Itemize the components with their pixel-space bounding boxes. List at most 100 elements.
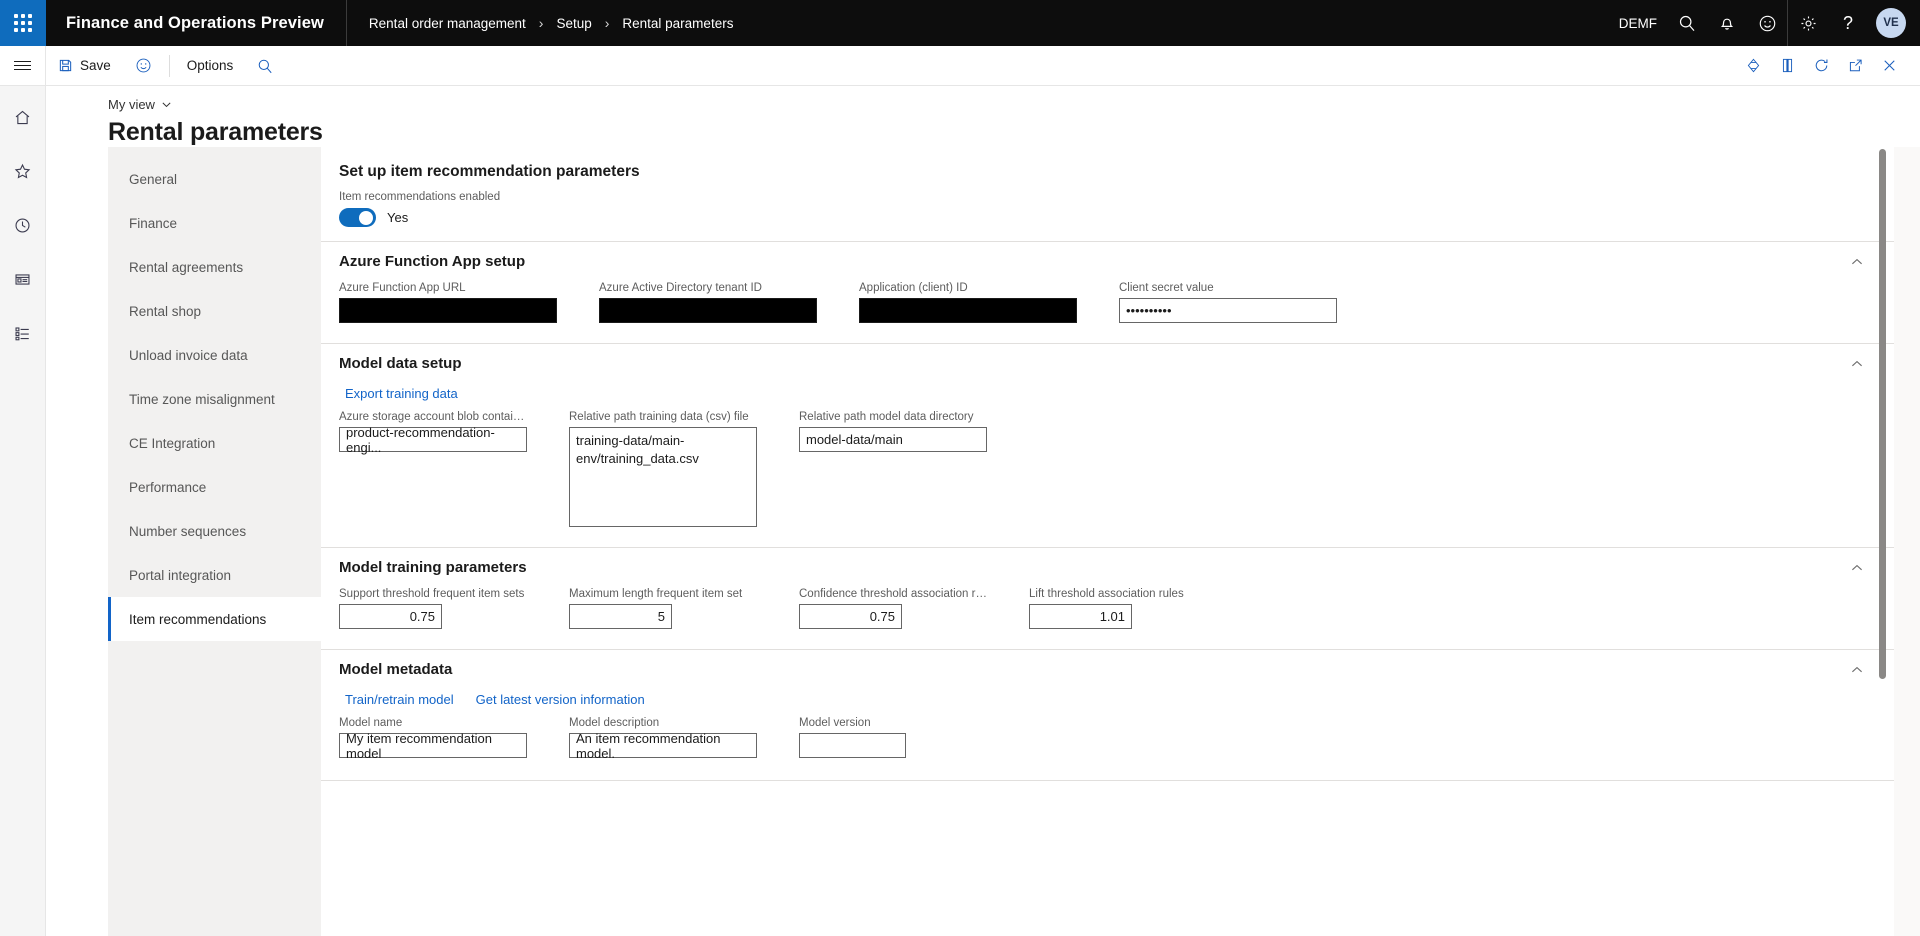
recent-clock-icon[interactable] — [6, 208, 40, 242]
toolbar-divider — [168, 54, 170, 77]
chevron-up-icon[interactable] — [1850, 561, 1864, 575]
model-description-input[interactable]: An item recommendation model. — [569, 731, 757, 761]
chevron-up-icon[interactable] — [1850, 255, 1864, 269]
office-app-icon[interactable] — [1770, 46, 1804, 86]
form-vertical-scrollbar[interactable] — [1879, 147, 1886, 936]
model-data-setup-header[interactable]: Model data setup — [321, 343, 1894, 378]
refresh-icon[interactable] — [1804, 46, 1838, 86]
azure-ad-tenant-id-input[interactable] — [599, 298, 817, 323]
model-training-parameters-header[interactable]: Model training parameters — [321, 547, 1894, 582]
toggle-knob — [359, 210, 373, 225]
tab-time-zone-misalignment[interactable]: Time zone misalignment — [108, 377, 321, 421]
azure-function-app-setup-header[interactable]: Azure Function App setup — [321, 241, 1894, 276]
tab-label: Number sequences — [129, 523, 247, 539]
settings-gear-icon[interactable] — [1788, 0, 1828, 46]
breadcrumb-item-2[interactable]: Setup — [556, 16, 591, 31]
options-button[interactable]: Options — [175, 46, 246, 86]
chevron-up-icon[interactable] — [1850, 663, 1864, 677]
hamburger-menu-icon[interactable] — [0, 45, 46, 86]
confidence-threshold-field: Confidence threshold association rules 0… — [799, 588, 987, 629]
relative-path-training-data-input[interactable]: training-data/main-env/training_data.csv — [569, 427, 757, 527]
confidence-threshold-input[interactable]: 0.75 — [799, 604, 902, 629]
waffle-menu-button[interactable] — [0, 0, 46, 46]
help-question-icon[interactable]: ? — [1828, 0, 1868, 46]
get-latest-version-information-link[interactable]: Get latest version information — [476, 692, 645, 707]
search-icon[interactable] — [245, 46, 285, 86]
model-name-label: Model name — [339, 717, 403, 729]
azure-storage-blob-container-input[interactable]: product-recommendation-engi... — [339, 425, 527, 455]
model-metadata-header[interactable]: Model metadata — [321, 649, 1894, 684]
favorites-star-icon[interactable] — [6, 154, 40, 188]
feedback-smiley-icon[interactable] — [1747, 0, 1787, 46]
tab-rental-shop[interactable]: Rental shop — [108, 289, 321, 333]
tab-label: Unload invoice data — [129, 347, 248, 363]
breadcrumb-item-1[interactable]: Rental order management — [369, 16, 526, 31]
maximum-length-field: Maximum length frequent item set 5 — [569, 588, 757, 629]
client-secret-value-label: Client secret value — [1119, 282, 1214, 294]
tab-general[interactable]: General — [108, 157, 321, 201]
topbar-actions: DEMF ? VE — [1609, 0, 1920, 46]
close-icon[interactable] — [1872, 46, 1906, 86]
tab-ce-integration[interactable]: CE Integration — [108, 421, 321, 465]
tab-item-recommendations[interactable]: Item recommendations — [108, 597, 321, 641]
model-training-parameters-title: Model training parameters — [339, 559, 527, 576]
save-button[interactable]: Save — [46, 46, 123, 86]
tab-performance[interactable]: Performance — [108, 465, 321, 509]
company-selector[interactable]: DEMF — [1609, 0, 1667, 46]
attachments-icon[interactable] — [1736, 46, 1770, 86]
smiley-icon[interactable] — [123, 46, 164, 86]
tab-label: Rental agreements — [129, 259, 244, 275]
maximum-length-input[interactable]: 5 — [569, 604, 672, 629]
tab-label: Item recommendations — [129, 611, 267, 627]
tab-rental-agreements[interactable]: Rental agreements — [108, 245, 321, 289]
azure-storage-blob-container-field: Azure storage account blob container ...… — [339, 411, 527, 527]
modules-list-icon[interactable] — [6, 316, 40, 350]
support-threshold-field: Support threshold frequent item sets 0.7… — [339, 588, 527, 629]
lift-threshold-label: Lift threshold association rules — [1029, 588, 1184, 600]
tab-portal-integration[interactable]: Portal integration — [108, 553, 321, 597]
avatar[interactable]: VE — [1876, 8, 1906, 38]
page-title: Rental parameters — [108, 118, 323, 146]
support-threshold-input[interactable]: 0.75 — [339, 604, 442, 629]
tab-label: General — [129, 171, 178, 187]
model-description-field: Model description An item recommendation… — [569, 717, 757, 761]
view-selector[interactable]: My view — [108, 97, 172, 112]
azure-ad-tenant-id-label: Azure Active Directory tenant ID — [599, 282, 762, 294]
tab-finance[interactable]: Finance — [108, 201, 321, 245]
chevron-up-icon[interactable] — [1850, 357, 1864, 371]
relative-path-model-data-dir-label: Relative path model data directory — [799, 411, 974, 423]
home-icon[interactable] — [6, 100, 40, 134]
chevron-down-icon — [162, 102, 171, 108]
parameter-tab-list: General Finance Rental agreements Rental… — [108, 147, 321, 936]
tab-label: Rental shop — [129, 303, 202, 319]
notifications-bell-icon[interactable] — [1707, 0, 1747, 46]
main-region: My view Rental parameters General Financ… — [0, 86, 1920, 936]
client-secret-value-input[interactable]: •••••••••• — [1119, 298, 1337, 323]
workspaces-icon[interactable] — [6, 262, 40, 296]
tab-unload-invoice-data[interactable]: Unload invoice data — [108, 333, 321, 377]
scrollbar-thumb[interactable] — [1879, 149, 1886, 679]
relative-path-model-data-dir-input[interactable]: model-data/main — [799, 427, 987, 452]
model-version-input[interactable] — [799, 733, 906, 758]
application-client-id-input[interactable] — [859, 298, 1077, 323]
item-recommendations-enabled-value: Yes — [387, 210, 409, 225]
model-description-label: Model description — [569, 717, 660, 729]
search-icon[interactable] — [1667, 0, 1707, 46]
chevron-right-icon: › — [604, 15, 610, 31]
model-metadata-links: Train/retrain model Get latest version i… — [321, 684, 1894, 711]
breadcrumb-item-3[interactable]: Rental parameters — [622, 16, 733, 31]
form-section-title: Set up item recommendation parameters — [339, 163, 640, 180]
panes: General Finance Rental agreements Rental… — [46, 147, 1920, 936]
item-recommendations-enabled-toggle[interactable] — [339, 208, 376, 227]
azure-function-app-url-input[interactable] — [339, 298, 557, 323]
tab-number-sequences[interactable]: Number sequences — [108, 509, 321, 553]
export-training-data-link[interactable]: Export training data — [345, 386, 458, 401]
train-retrain-model-link[interactable]: Train/retrain model — [345, 692, 454, 707]
tab-label: Performance — [129, 479, 207, 495]
model-version-field: Model version — [799, 717, 987, 758]
open-in-new-window-icon[interactable] — [1838, 46, 1872, 86]
model-data-setup-fields: Azure storage account blob container ...… — [321, 405, 1894, 537]
model-name-input[interactable]: My item recommendation model — [339, 731, 527, 761]
support-threshold-label: Support threshold frequent item sets — [339, 588, 525, 600]
lift-threshold-input[interactable]: 1.01 — [1029, 604, 1132, 629]
